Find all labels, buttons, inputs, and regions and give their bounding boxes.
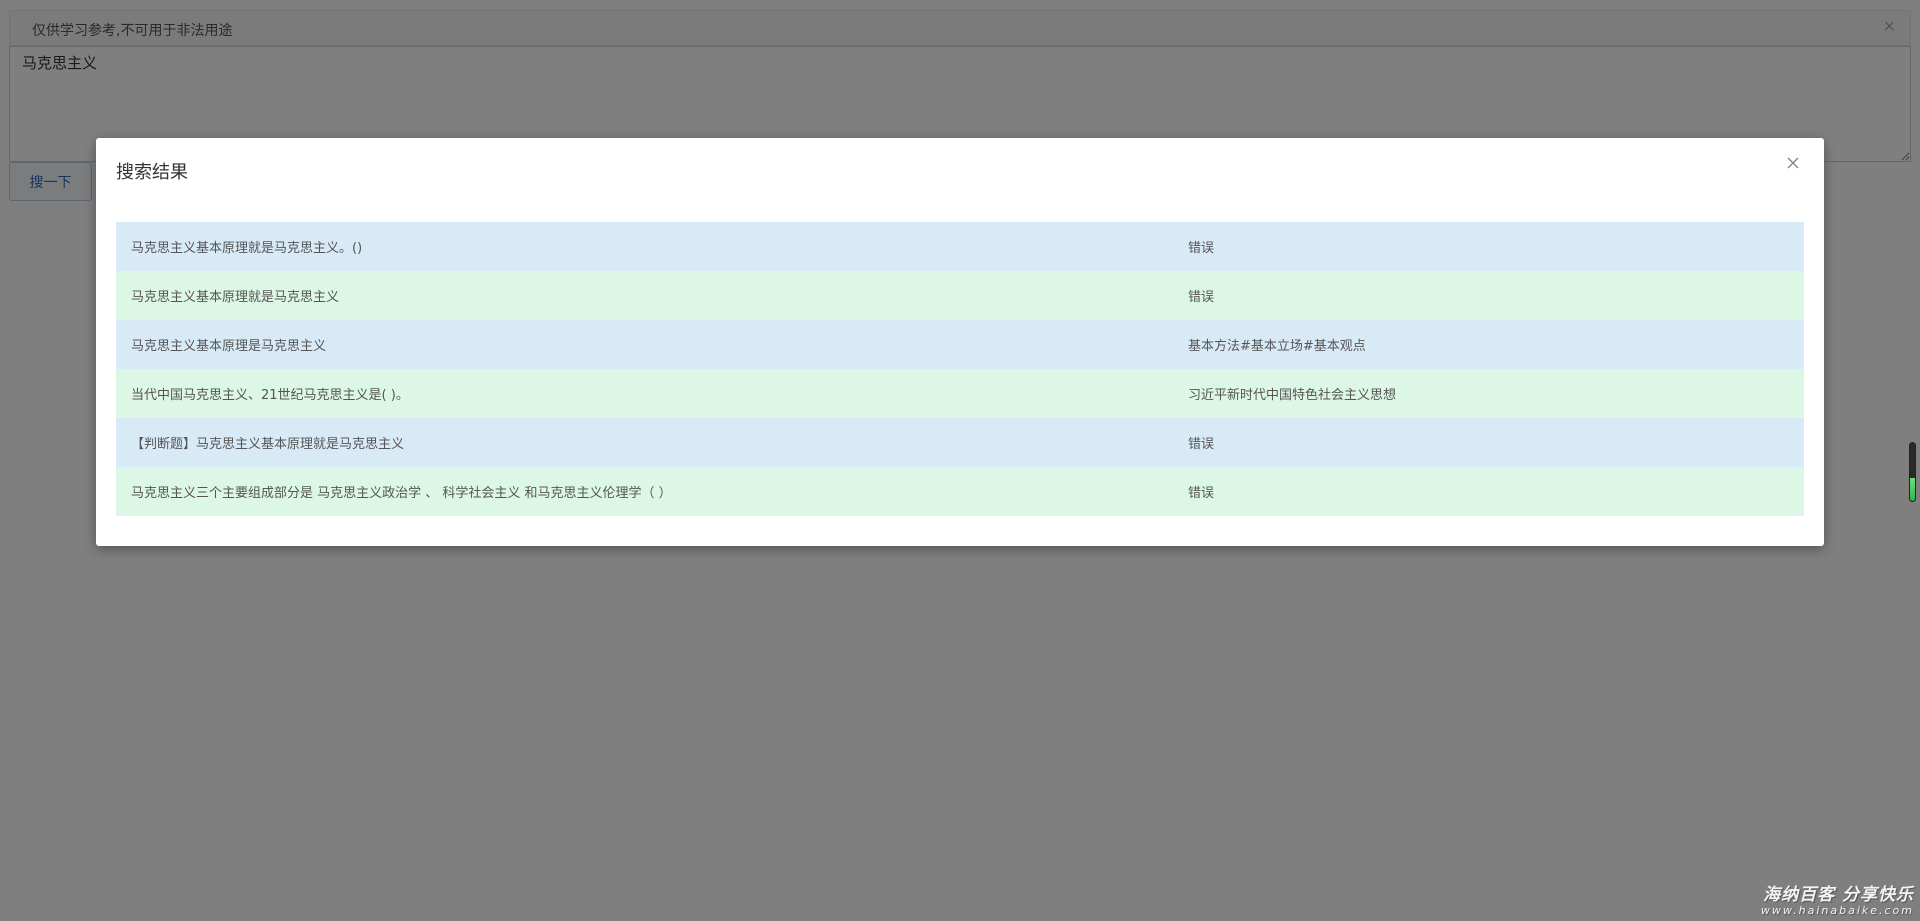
watermark-logo: 海纳百客 分享快乐 www.hainabaike.com	[1761, 885, 1914, 917]
search-results-modal: 搜索结果 马克思主义基本原理就是马克思主义。() 错误 马克思主义基本原理就是马…	[96, 138, 1824, 546]
result-question: 马克思主义基本原理就是马克思主义	[116, 271, 1173, 320]
results-table: 马克思主义基本原理就是马克思主义。() 错误 马克思主义基本原理就是马克思主义 …	[116, 222, 1804, 516]
result-answer: 基本方法#基本立场#基本观点	[1173, 320, 1804, 369]
result-question: 马克思主义基本原理就是马克思主义。()	[116, 222, 1173, 271]
result-answer: 错误	[1173, 222, 1804, 271]
table-row: 马克思主义基本原理是马克思主义 基本方法#基本立场#基本观点	[116, 320, 1804, 369]
table-row: 【判断题】马克思主义基本原理就是马克思主义 错误	[116, 418, 1804, 467]
result-question: 【判断题】马克思主义基本原理就是马克思主义	[116, 418, 1173, 467]
result-question: 马克思主义基本原理是马克思主义	[116, 320, 1173, 369]
table-row: 当代中国马克思主义、21世纪马克思主义是( )。 习近平新时代中国特色社会主义思…	[116, 369, 1804, 418]
table-row: 马克思主义三个主要组成部分是 马克思主义政治学 、 科学社会主义 和马克思主义伦…	[116, 467, 1804, 516]
table-row: 马克思主义基本原理就是马克思主义。() 错误	[116, 222, 1804, 271]
result-answer: 错误	[1173, 271, 1804, 320]
scroll-level-indicator[interactable]	[1909, 442, 1916, 502]
result-answer: 错误	[1173, 467, 1804, 516]
result-question: 马克思主义三个主要组成部分是 马克思主义政治学 、 科学社会主义 和马克思主义伦…	[116, 467, 1173, 516]
watermark-main-text: 海纳百客 分享快乐	[1763, 885, 1914, 905]
table-row: 马克思主义基本原理就是马克思主义 错误	[116, 271, 1804, 320]
close-icon[interactable]	[1782, 152, 1804, 174]
result-question: 当代中国马克思主义、21世纪马克思主义是( )。	[116, 369, 1173, 418]
result-answer: 错误	[1173, 418, 1804, 467]
watermark-sub-text: www.hainabaike.com	[1760, 904, 1914, 917]
result-answer: 习近平新时代中国特色社会主义思想	[1173, 369, 1804, 418]
scroll-level-fill	[1910, 477, 1915, 501]
modal-title: 搜索结果	[116, 162, 188, 183]
